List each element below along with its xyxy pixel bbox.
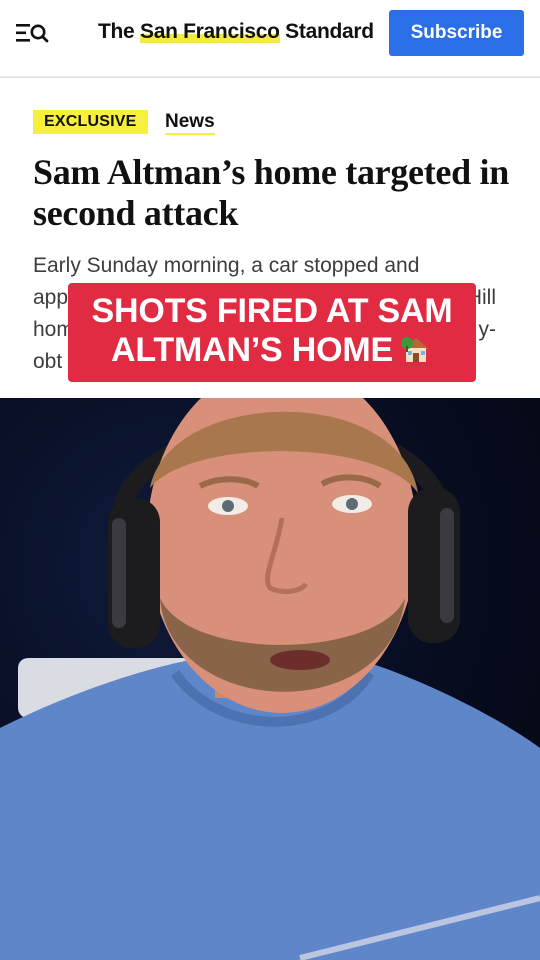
house-icon [400,337,429,362]
site-header: The San Francisco Standard Subscribe [0,0,540,78]
excerpt-line-2-start: app [33,286,69,309]
caption-line-2-text: ALTMAN’S HOME [111,331,393,369]
news-category-link[interactable]: News [165,111,215,135]
article-headline[interactable]: Sam Altman’s home targeted in second att… [33,152,518,234]
brand-highlight: San Francisco [139,20,280,43]
brand-suffix: Standard [279,20,374,43]
speaker-illustration [0,398,540,960]
site-logo[interactable]: The San Francisco Standard [98,20,374,44]
exclusive-tag: EXCLUSIVE [33,110,148,134]
tiktok-frame: The San Francisco Standard Subscribe EXC… [0,0,540,960]
subscribe-button[interactable]: Subscribe [389,10,524,56]
caption-line-2: ALTMAN’S HOME [68,331,476,370]
excerpt-line-1: Early Sunday morning, a car stopped and [33,254,420,277]
brand-prefix: The [98,20,140,43]
excerpt-line-3-end: y- [478,318,497,341]
speaker-video[interactable] [0,398,540,960]
caption-line-1: SHOTS FIRED AT SAM [91,292,453,330]
video-caption: SHOTS FIRED AT SAM ALTMAN’S HOME [68,283,476,382]
menu-search-icon[interactable] [14,20,50,46]
